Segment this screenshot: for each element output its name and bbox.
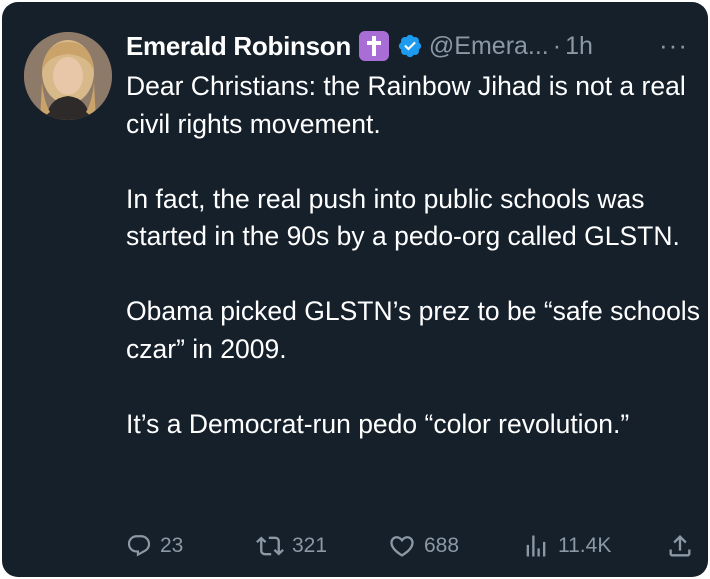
reply-button[interactable]: 23	[126, 529, 183, 563]
tweet-paragraph: Dear Christians: the Rainbow Jihad is no…	[126, 71, 686, 139]
author-name[interactable]: Emerald Robinson	[126, 31, 351, 62]
heart-icon	[390, 536, 414, 557]
author-handle[interactable]: @Emera...	[429, 32, 549, 61]
verified-badge-icon	[397, 33, 423, 59]
views-chart-icon	[526, 535, 546, 557]
tweet-paragraph: Obama picked GLSTN’s prez to be “safe sc…	[126, 296, 700, 364]
retweet-button[interactable]: 321	[256, 529, 327, 563]
share-button[interactable]	[666, 529, 694, 563]
avatar-image	[24, 32, 112, 120]
tweet-header: Emerald Robinson @Emera... · 1h ···	[126, 28, 692, 64]
share-icon	[669, 535, 691, 557]
cross-emoji-icon	[358, 31, 389, 61]
reply-count: 23	[160, 534, 184, 557]
views-button[interactable]: 11.4K	[522, 529, 611, 563]
tweet-paragraph: In fact, the real push into public schoo…	[126, 183, 680, 252]
more-options-icon[interactable]: ···	[659, 30, 688, 61]
retweet-icon	[256, 536, 284, 556]
like-count: 688	[424, 534, 460, 557]
tweet-timestamp[interactable]: 1h	[565, 32, 593, 61]
tweet-actions: 23 321 688 11.4K	[126, 529, 694, 563]
tweet-paragraph: It’s a Democrat-run pedo “color revoluti…	[126, 408, 630, 439]
tweet-card[interactable]: Emerald Robinson @Emera... · 1h ··· Dear…	[2, 2, 708, 577]
retweet-count: 321	[292, 534, 328, 557]
avatar[interactable]	[24, 32, 112, 120]
tweet-text: Dear Christians: the Rainbow Jihad is no…	[126, 68, 702, 443]
like-button[interactable]: 688	[388, 529, 459, 563]
reply-icon	[127, 535, 151, 557]
time-separator: ·	[552, 31, 562, 60]
views-count: 11.4K	[558, 534, 612, 557]
